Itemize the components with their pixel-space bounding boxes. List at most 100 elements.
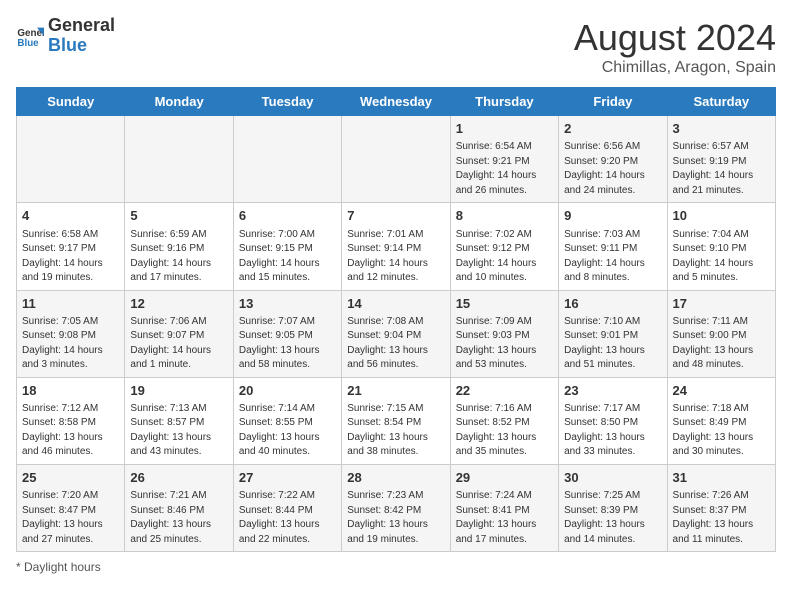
calendar-cell: 30Sunrise: 7:25 AM Sunset: 8:39 PM Dayli… <box>559 464 667 551</box>
day-number: 13 <box>239 295 336 313</box>
day-info: Sunrise: 7:10 AM Sunset: 9:01 PM Dayligh… <box>564 315 661 373</box>
day-info: Sunrise: 7:23 AM Sunset: 8:42 PM Dayligh… <box>347 489 444 547</box>
day-info: Sunrise: 6:57 AM Sunset: 9:19 PM Dayligh… <box>673 140 770 198</box>
calendar-cell: 14Sunrise: 7:08 AM Sunset: 9:04 PM Dayli… <box>342 290 450 377</box>
calendar-cell: 10 Sunrise: 7:04 AM Sunset: 9:10 PM Dayli… <box>667 203 775 290</box>
day-number: 12 <box>130 295 227 313</box>
day-info: Sunrise: 7:15 AM Sunset: 8:54 PM Dayligh… <box>347 402 444 460</box>
calendar-cell: 7 Sunrise: 7:01 AM Sunset: 9:14 PM Daylig… <box>342 203 450 290</box>
subtitle: Chimillas, Aragon, Spain <box>574 59 776 77</box>
day-info: Sunrise: 7:06 AM Sunset: 9:07 PM Dayligh… <box>130 315 227 373</box>
calendar-cell: 11Sunrise: 7:05 AM Sunset: 9:08 PM Dayli… <box>17 290 125 377</box>
day-info: Sunrise: 7:00 AM Sunset: 9:15 PM Dayligh… <box>239 228 336 286</box>
day-info: Sunrise: 7:05 AM Sunset: 9:08 PM Dayligh… <box>22 315 119 373</box>
weekday-header-row: SundayMondayTuesdayWednesdayThursdayFrid… <box>17 88 776 116</box>
calendar-cell <box>233 116 341 203</box>
calendar-cell: 20 Sunrise: 7:14 AM Sunset: 8:55 PM Dayli… <box>233 377 341 464</box>
day-number: 24 <box>673 382 770 400</box>
day-number: 23 <box>564 382 661 400</box>
day-number: 7 <box>347 207 444 225</box>
day-info: Sunrise: 7:01 AM Sunset: 9:14 PM Dayligh… <box>347 228 444 286</box>
calendar-cell: 26 Sunrise: 7:21 AM Sunset: 8:46 PM Dayli… <box>125 464 233 551</box>
day-number: 6 <box>239 207 336 225</box>
day-number: 27 <box>239 469 336 487</box>
calendar-cell: 25Sunrise: 7:20 AM Sunset: 8:47 PM Dayli… <box>17 464 125 551</box>
calendar-cell: 15 Sunrise: 7:09 AM Sunset: 9:03 PM Dayli… <box>450 290 558 377</box>
calendar-cell: 21 Sunrise: 7:15 AM Sunset: 8:54 PM Dayli… <box>342 377 450 464</box>
calendar-cell: 31Sunrise: 7:26 AM Sunset: 8:37 PM Dayli… <box>667 464 775 551</box>
day-number: 15 <box>456 295 553 313</box>
day-number: 25 <box>22 469 119 487</box>
day-number: 22 <box>456 382 553 400</box>
day-number: 28 <box>347 469 444 487</box>
day-number: 4 <box>22 207 119 225</box>
day-number: 8 <box>456 207 553 225</box>
calendar-week-row: 1Sunrise: 6:54 AM Sunset: 9:21 PM Daylig… <box>17 116 776 203</box>
day-info: Sunrise: 7:03 AM Sunset: 9:11 PM Dayligh… <box>564 228 661 286</box>
day-number: 20 <box>239 382 336 400</box>
calendar-cell: 13 Sunrise: 7:07 AM Sunset: 9:05 PM Dayli… <box>233 290 341 377</box>
weekday-header: Monday <box>125 88 233 116</box>
calendar-cell: 3 Sunrise: 6:57 AM Sunset: 9:19 PM Daylig… <box>667 116 775 203</box>
calendar-cell: 1Sunrise: 6:54 AM Sunset: 9:21 PM Daylig… <box>450 116 558 203</box>
calendar-cell: 23 Sunrise: 7:17 AM Sunset: 8:50 PM Dayli… <box>559 377 667 464</box>
day-number: 10 <box>673 207 770 225</box>
calendar-cell: 6 Sunrise: 7:00 AM Sunset: 9:15 PM Daylig… <box>233 203 341 290</box>
calendar-cell: 19Sunrise: 7:13 AM Sunset: 8:57 PM Dayli… <box>125 377 233 464</box>
calendar-cell: 16 Sunrise: 7:10 AM Sunset: 9:01 PM Dayli… <box>559 290 667 377</box>
main-title: August 2024 <box>574 16 776 59</box>
calendar-week-row: 18Sunrise: 7:12 AM Sunset: 8:58 PM Dayli… <box>17 377 776 464</box>
day-info: Sunrise: 7:09 AM Sunset: 9:03 PM Dayligh… <box>456 315 553 373</box>
day-info: Sunrise: 6:56 AM Sunset: 9:20 PM Dayligh… <box>564 140 661 198</box>
calendar-cell <box>125 116 233 203</box>
calendar-cell: 4Sunrise: 6:58 AM Sunset: 9:17 PM Daylig… <box>17 203 125 290</box>
day-number: 3 <box>673 120 770 138</box>
weekday-header: Sunday <box>17 88 125 116</box>
calendar-cell: 9 Sunrise: 7:03 AM Sunset: 9:11 PM Daylig… <box>559 203 667 290</box>
day-number: 17 <box>673 295 770 313</box>
day-number: 26 <box>130 469 227 487</box>
footer-note: * Daylight hours <box>16 560 776 574</box>
logo: General Blue General Blue <box>16 16 115 56</box>
day-number: 30 <box>564 469 661 487</box>
day-number: 9 <box>564 207 661 225</box>
day-info: Sunrise: 7:13 AM Sunset: 8:57 PM Dayligh… <box>130 402 227 460</box>
calendar-cell: 18Sunrise: 7:12 AM Sunset: 8:58 PM Dayli… <box>17 377 125 464</box>
calendar-cell: 22Sunrise: 7:16 AM Sunset: 8:52 PM Dayli… <box>450 377 558 464</box>
day-number: 16 <box>564 295 661 313</box>
day-number: 2 <box>564 120 661 138</box>
day-info: Sunrise: 7:07 AM Sunset: 9:05 PM Dayligh… <box>239 315 336 373</box>
day-info: Sunrise: 7:18 AM Sunset: 8:49 PM Dayligh… <box>673 402 770 460</box>
day-info: Sunrise: 7:26 AM Sunset: 8:37 PM Dayligh… <box>673 489 770 547</box>
calendar-week-row: 11Sunrise: 7:05 AM Sunset: 9:08 PM Dayli… <box>17 290 776 377</box>
weekday-header: Thursday <box>450 88 558 116</box>
day-number: 18 <box>22 382 119 400</box>
title-area: August 2024 Chimillas, Aragon, Spain <box>574 16 776 77</box>
calendar-cell <box>342 116 450 203</box>
day-number: 1 <box>456 120 553 138</box>
day-number: 21 <box>347 382 444 400</box>
calendar-cell: 12 Sunrise: 7:06 AM Sunset: 9:07 PM Dayli… <box>125 290 233 377</box>
logo-text-blue: Blue <box>48 36 115 56</box>
calendar-cell: 2 Sunrise: 6:56 AM Sunset: 9:20 PM Daylig… <box>559 116 667 203</box>
logo-text-general: General <box>48 16 115 36</box>
calendar-week-row: 25Sunrise: 7:20 AM Sunset: 8:47 PM Dayli… <box>17 464 776 551</box>
day-number: 5 <box>130 207 227 225</box>
calendar-table: SundayMondayTuesdayWednesdayThursdayFrid… <box>16 87 776 552</box>
logo-icon: General Blue <box>16 22 44 50</box>
calendar-cell: 5Sunrise: 6:59 AM Sunset: 9:16 PM Daylig… <box>125 203 233 290</box>
day-info: Sunrise: 7:24 AM Sunset: 8:41 PM Dayligh… <box>456 489 553 547</box>
svg-text:Blue: Blue <box>17 38 39 49</box>
calendar-cell: 24 Sunrise: 7:18 AM Sunset: 8:49 PM Dayli… <box>667 377 775 464</box>
day-info: Sunrise: 7:14 AM Sunset: 8:55 PM Dayligh… <box>239 402 336 460</box>
day-info: Sunrise: 7:21 AM Sunset: 8:46 PM Dayligh… <box>130 489 227 547</box>
calendar-cell: 27Sunrise: 7:22 AM Sunset: 8:44 PM Dayli… <box>233 464 341 551</box>
day-info: Sunrise: 7:02 AM Sunset: 9:12 PM Dayligh… <box>456 228 553 286</box>
calendar-cell: 29Sunrise: 7:24 AM Sunset: 8:41 PM Dayli… <box>450 464 558 551</box>
calendar-cell: 28 Sunrise: 7:23 AM Sunset: 8:42 PM Dayli… <box>342 464 450 551</box>
day-info: Sunrise: 7:04 AM Sunset: 9:10 PM Dayligh… <box>673 228 770 286</box>
day-number: 14 <box>347 295 444 313</box>
weekday-header: Tuesday <box>233 88 341 116</box>
calendar-cell: 8 Sunrise: 7:02 AM Sunset: 9:12 PM Daylig… <box>450 203 558 290</box>
day-info: Sunrise: 7:17 AM Sunset: 8:50 PM Dayligh… <box>564 402 661 460</box>
